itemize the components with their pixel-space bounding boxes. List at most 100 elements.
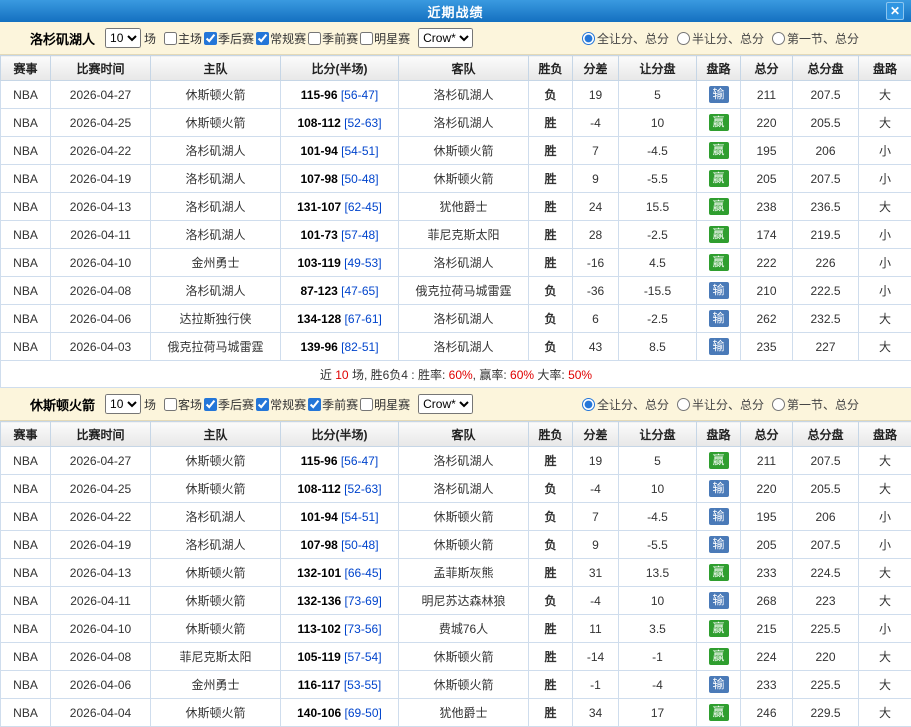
radio-option-label: 第一节、总分: [787, 30, 859, 47]
cell-away-team: 休斯顿火箭: [399, 643, 529, 671]
filter-checkbox-input[interactable]: [164, 32, 177, 45]
radio-input[interactable]: [582, 32, 595, 45]
cell-over-under: 大: [859, 475, 911, 503]
cell-handicap-line: 8.5: [619, 333, 697, 361]
filter-checkbox-3[interactable]: 季前赛: [308, 30, 358, 47]
filter-checkbox-input[interactable]: [360, 32, 373, 45]
score-halftime: [82-51]: [338, 340, 379, 354]
filter-checkbox-1[interactable]: 季后赛: [204, 396, 254, 413]
cell-home-team: 休斯顿火箭: [151, 699, 281, 727]
cell-total-points: 262: [741, 305, 793, 333]
radio-input[interactable]: [582, 398, 595, 411]
cell-total-points: 235: [741, 333, 793, 361]
table-row: NBA2026-04-22洛杉矶湖人101-94 [54-51]休斯顿火箭负7-…: [1, 503, 911, 531]
cell-away-team: 洛杉矶湖人: [399, 447, 529, 475]
radio-input[interactable]: [772, 398, 785, 411]
cell-over-under: 小: [859, 277, 911, 305]
cell-away-team: 洛杉矶湖人: [399, 249, 529, 277]
radio-option-2[interactable]: 第一节、总分: [772, 396, 859, 413]
table-row: NBA2026-04-03俄克拉荷马城雷霆139-96 [82-51]洛杉矶湖人…: [1, 333, 911, 361]
cell-over-under: 大: [859, 81, 911, 109]
cell-handicap-result: 输: [697, 671, 741, 699]
cell-handicap-line: 10: [619, 109, 697, 137]
cell-handicap-line: 4.5: [619, 249, 697, 277]
filter-checkbox-2[interactable]: 常规赛: [256, 30, 306, 47]
filter-checkbox-input[interactable]: [308, 398, 321, 411]
team-name-label: 休斯顿火箭: [30, 395, 95, 414]
cell-score: 132-136 [73-69]: [281, 587, 399, 615]
cell-total-line: 206: [793, 503, 859, 531]
cell-date: 2026-04-19: [51, 165, 151, 193]
cell-away-team: 费城76人: [399, 615, 529, 643]
filter-checkbox-input[interactable]: [204, 32, 217, 45]
cell-away-team: 休斯顿火箭: [399, 165, 529, 193]
radio-option-1[interactable]: 半让分、总分: [677, 30, 764, 47]
filter-checkbox-4[interactable]: 明星赛: [360, 30, 410, 47]
table-row: NBA2026-04-06达拉斯独行侠134-128 [67-61]洛杉矶湖人负…: [1, 305, 911, 333]
score-fulltime: 131-107: [297, 200, 341, 214]
filter-type-select[interactable]: Crow*: [418, 28, 473, 48]
cell-over-under: 小: [859, 137, 911, 165]
filter-checkbox-1[interactable]: 季后赛: [204, 30, 254, 47]
cell-over-under: 大: [859, 559, 911, 587]
cell-total-line: 229.5: [793, 699, 859, 727]
score-fulltime: 105-119: [297, 650, 340, 664]
radio-input[interactable]: [677, 32, 690, 45]
cell-total-points: 246: [741, 699, 793, 727]
cell-point-diff: 31: [573, 559, 619, 587]
games-count-select[interactable]: 10: [105, 28, 141, 48]
close-icon[interactable]: ✕: [886, 2, 904, 20]
filter-checkbox-input[interactable]: [256, 398, 269, 411]
filter-checkbox-4[interactable]: 明星赛: [360, 396, 410, 413]
filter-checkbox-input[interactable]: [256, 32, 269, 45]
radio-option-1[interactable]: 半让分、总分: [677, 396, 764, 413]
handicap-result-badge: 赢: [709, 254, 729, 271]
radio-option-0[interactable]: 全让分、总分: [582, 30, 669, 47]
column-header: 总分: [741, 56, 793, 81]
handicap-result-badge: 赢: [709, 198, 729, 215]
cell-handicap-line: -2.5: [619, 221, 697, 249]
cell-date: 2026-04-10: [51, 615, 151, 643]
radio-option-2[interactable]: 第一节、总分: [772, 30, 859, 47]
cell-date: 2026-04-06: [51, 305, 151, 333]
filter-checkbox-2[interactable]: 常规赛: [256, 396, 306, 413]
filter-checkbox-input[interactable]: [204, 398, 217, 411]
cell-point-diff: 7: [573, 137, 619, 165]
filter-checkbox-input[interactable]: [308, 32, 321, 45]
column-header: 总分盘: [793, 56, 859, 81]
filter-checkbox-input[interactable]: [360, 398, 373, 411]
cell-away-team: 犹他爵士: [399, 193, 529, 221]
table-row: NBA2026-04-13洛杉矶湖人131-107 [62-45]犹他爵士胜24…: [1, 193, 911, 221]
filter-checkbox-3[interactable]: 季前赛: [308, 396, 358, 413]
cell-result: 负: [529, 277, 573, 305]
table-row: NBA2026-04-06金州勇士116-117 [53-55]休斯顿火箭胜-1…: [1, 671, 911, 699]
handicap-result-badge: 输: [709, 310, 729, 327]
cell-home-team: 洛杉矶湖人: [151, 531, 281, 559]
cell-league: NBA: [1, 615, 51, 643]
summary-cell: 近 10 场, 胜6负4 : 胜率: 60%, 赢率: 60% 大率: 50%: [1, 361, 911, 388]
cell-home-team: 菲尼克斯太阳: [151, 643, 281, 671]
column-header: 比赛时间: [51, 56, 151, 81]
filter-checkbox-0[interactable]: 客场: [164, 396, 202, 413]
handicap-result-badge: 输: [709, 592, 729, 609]
cell-total-points: 268: [741, 587, 793, 615]
radio-input[interactable]: [772, 32, 785, 45]
score-halftime: [73-56]: [341, 622, 382, 636]
cell-total-line: 225.5: [793, 671, 859, 699]
filter-checkbox-0[interactable]: 主场: [164, 30, 202, 47]
games-count-select[interactable]: 10: [105, 394, 141, 414]
radio-input[interactable]: [677, 398, 690, 411]
cell-league: NBA: [1, 137, 51, 165]
handicap-result-badge: 赢: [709, 452, 729, 469]
filter-checkbox-input[interactable]: [164, 398, 177, 411]
radio-option-0[interactable]: 全让分、总分: [582, 396, 669, 413]
cell-over-under: 大: [859, 193, 911, 221]
cell-away-team: 明尼苏达森林狼: [399, 587, 529, 615]
cell-away-team: 菲尼克斯太阳: [399, 221, 529, 249]
cell-league: NBA: [1, 165, 51, 193]
filter-type-select[interactable]: Crow*: [418, 394, 473, 414]
cell-league: NBA: [1, 305, 51, 333]
cell-total-line: 227: [793, 333, 859, 361]
summary-segment: 60%: [510, 368, 534, 382]
cell-handicap-result: 输: [697, 475, 741, 503]
